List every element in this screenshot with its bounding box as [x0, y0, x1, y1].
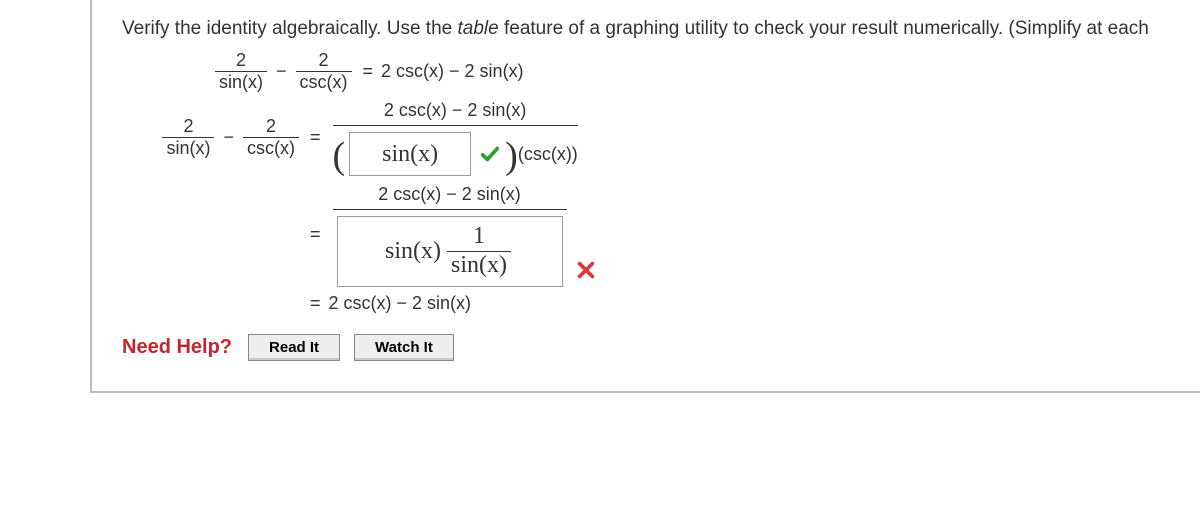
check-icon — [479, 143, 501, 165]
step1-big-fraction: 2 csc(x) − 2 sin(x) ( sin(x) ) (csc(x)) — [333, 98, 578, 176]
watch-it-button[interactable]: Watch It — [354, 334, 454, 361]
step1-frac1: 2 sin(x) — [162, 116, 214, 158]
identity-frac2: 2 csc(x) — [296, 50, 352, 92]
step1-numerator: 2 csc(x) − 2 sin(x) — [370, 98, 541, 125]
prompt-post: feature of a graphing utility to check y… — [499, 18, 1149, 39]
paren-close: ) — [505, 134, 518, 178]
identity-row: 2 sin(x) − 2 csc(x) = 2 csc(x) − 2 sin(x… — [122, 50, 1200, 92]
step3-rhs: 2 csc(x) − 2 sin(x) — [329, 293, 472, 314]
step1-row: 2 sin(x) − 2 csc(x) = 2 csc(x) − 2 sin(x… — [122, 98, 1200, 176]
equals-sign: = — [363, 61, 374, 82]
identity-frac1: 2 sin(x) — [215, 50, 267, 92]
step2-input-left: sin(x) — [385, 238, 441, 265]
help-row: Need Help? Read It Watch It — [122, 334, 1200, 361]
minus-sign: − — [276, 61, 287, 82]
step2-answer-input[interactable]: sin(x) 1 sin(x) — [337, 216, 563, 286]
prompt-pre: Verify the identity algebraically. Use t… — [122, 18, 458, 39]
step1-trailing: (csc(x)) — [518, 144, 578, 165]
step2-big-fraction: 2 csc(x) − 2 sin(x) sin(x) 1 sin(x) — [333, 182, 567, 286]
prompt-table-word: table — [458, 18, 499, 39]
cross-icon — [575, 259, 597, 281]
step2-input-frac: 1 sin(x) — [447, 223, 511, 279]
paren-open: ( — [333, 134, 346, 178]
identity-rhs: 2 csc(x) − 2 sin(x) — [381, 61, 524, 82]
step1-answer-input[interactable]: sin(x) — [349, 132, 471, 176]
step1-frac2: 2 csc(x) — [243, 116, 299, 158]
question-prompt: Verify the identity algebraically. Use t… — [122, 18, 1200, 40]
read-it-button[interactable]: Read It — [248, 334, 340, 361]
step2-numerator: 2 csc(x) − 2 sin(x) — [364, 182, 535, 209]
step3-row: = 2 csc(x) − 2 sin(x) — [122, 293, 1200, 314]
need-help-label: Need Help? — [122, 336, 232, 359]
step2-row: = 2 csc(x) − 2 sin(x) sin(x) 1 sin(x) — [122, 182, 1200, 286]
